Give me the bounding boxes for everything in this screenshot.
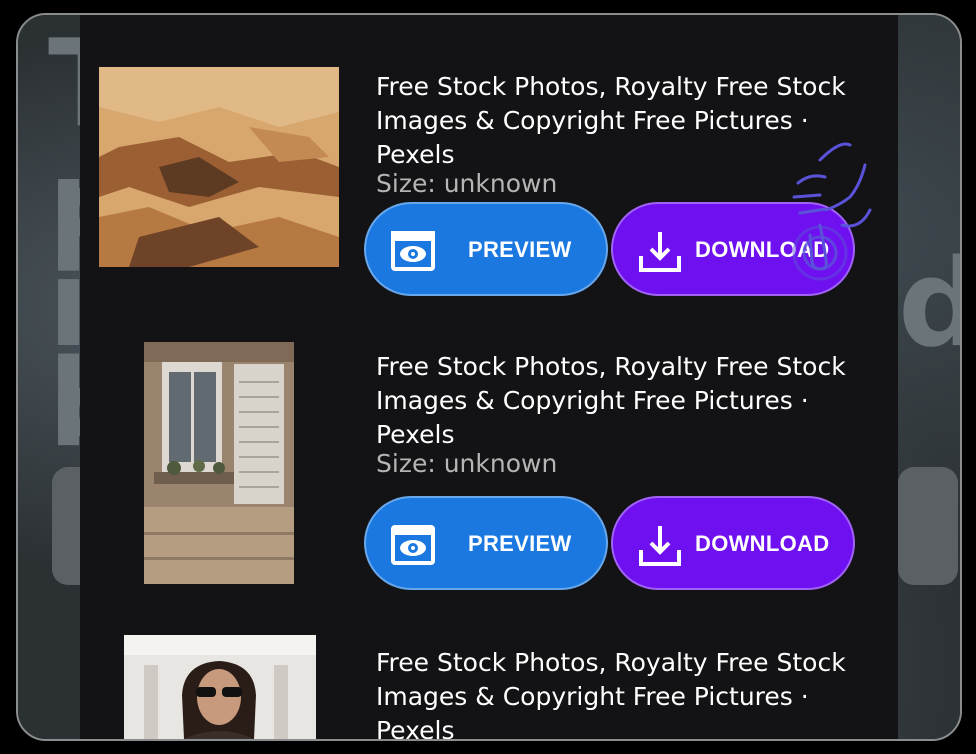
image-results-panel: Free Stock Photos, Royalty Free Stock Im… [80,15,898,739]
woman-sunglasses-photo [124,635,316,739]
result-size: Size: unknown [376,449,558,478]
building-window-photo [144,342,294,584]
download-button[interactable]: DOWNLOAD [611,202,855,296]
background-glyph: d [898,245,960,365]
result-title: Free Stock Photos, Royalty Free Stock Im… [376,352,846,449]
download-label: DOWNLOAD [695,531,830,556]
result-thumbnail[interactable] [99,67,339,267]
device-frame: T p i b d Free Stock Photos, Royalty Fre… [16,13,962,741]
canyon-photo [99,67,339,267]
download-button[interactable]: DOWNLOAD [611,496,855,590]
eye-icon [388,520,438,570]
background-button [898,467,958,585]
download-icon [635,520,685,570]
preview-label: PREVIEW [468,531,572,556]
preview-button[interactable]: PREVIEW [364,496,608,590]
download-label: DOWNLOAD [695,237,830,262]
result-title: Free Stock Photos, Royalty Free Stock Im… [376,648,846,741]
eye-icon [388,226,438,276]
result-title: Free Stock Photos, Royalty Free Stock Im… [376,72,846,169]
result-size: Size: unknown [376,169,558,198]
preview-button[interactable]: PREVIEW [364,202,608,296]
preview-label: PREVIEW [468,237,572,262]
result-thumbnail[interactable] [124,635,316,739]
download-icon [635,226,685,276]
result-thumbnail[interactable] [144,342,294,584]
